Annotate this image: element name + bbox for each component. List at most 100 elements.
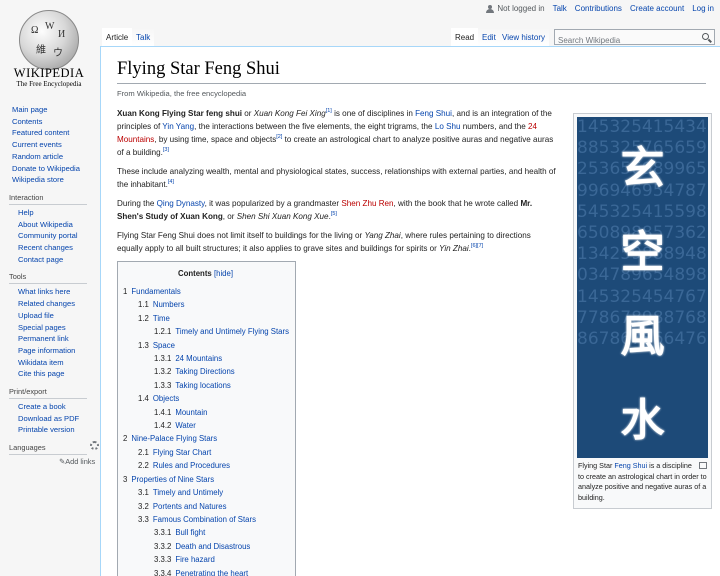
sidebar-item-main-page[interactable]: Main page <box>12 105 47 114</box>
sidebar-item-donate[interactable]: Donate to Wikipedia <box>12 164 80 173</box>
sidebar-item-printable-version[interactable]: Printable version <box>18 425 75 434</box>
ref-5[interactable]: [5] <box>331 211 337 217</box>
toc-entry-link[interactable]: Water <box>175 421 196 430</box>
toc-entry-link[interactable]: Flying Star Chart <box>153 448 212 457</box>
sidebar-item-contents[interactable]: Contents <box>12 117 42 126</box>
magnify-icon[interactable] <box>699 462 707 469</box>
tools-heading: Tools <box>9 272 87 285</box>
sidebar-item-related-changes[interactable]: Related changes <box>18 299 75 308</box>
toc-entry-link[interactable]: Numbers <box>153 300 185 309</box>
toc-entry[interactable]: 3.3.1 Bull fight <box>123 526 288 539</box>
toc-entry-link[interactable]: Properties of Nine Stars <box>131 475 214 484</box>
toc-entry[interactable]: 3.3.3 Fire hazard <box>123 553 288 566</box>
toc-entry[interactable]: 1.4 Objects <box>123 392 288 405</box>
ref-3[interactable]: [3] <box>163 147 169 153</box>
toc-entry[interactable]: 2.2 Rules and Procedures <box>123 459 288 472</box>
toc-entry[interactable]: 1.2.1 Timely and Untimely Flying Stars <box>123 325 289 338</box>
tab-view-history[interactable]: View history <box>498 28 549 46</box>
sidebar-item-special-pages[interactable]: Special pages <box>18 323 66 332</box>
sidebar-item-wikidata-item[interactable]: Wikidata item <box>18 358 64 367</box>
toc-entry[interactable]: 1.4.2 Water <box>123 419 288 432</box>
contributions-link[interactable]: Contributions <box>575 4 622 13</box>
toc-entry-link[interactable]: Penetrating the heart <box>175 569 248 576</box>
sidebar-item-create-book[interactable]: Create a book <box>18 402 66 411</box>
toc-entry-link[interactable]: Timely and Untimely <box>153 488 223 497</box>
sidebar-item-help[interactable]: Help <box>18 208 34 217</box>
toc-entry-link[interactable]: 24 Mountains <box>175 354 222 363</box>
toc-entry[interactable]: 1.3.2 Taking Directions <box>123 365 288 378</box>
wikipedia-logo[interactable]: Ω W И 維 ウ WIKIPEDIA The Free Encyclopedi… <box>0 0 98 96</box>
sidebar-item-download-pdf[interactable]: Download as PDF <box>18 414 79 423</box>
ref-4[interactable]: [4] <box>168 179 174 185</box>
toc-hide-toggle[interactable]: [hide] <box>214 269 233 278</box>
gear-icon[interactable] <box>90 441 99 451</box>
link-feng-shui[interactable]: Feng Shui <box>415 109 452 118</box>
toc-entry-link[interactable]: Mountain <box>175 408 207 417</box>
toc-entry[interactable]: 2.1 Flying Star Chart <box>123 446 288 459</box>
toc-entry-link[interactable]: Rules and Procedures <box>153 461 230 470</box>
toc-entry-link[interactable]: Space <box>153 341 175 350</box>
toc-entry[interactable]: 3.3.2 Death and Disastrous <box>123 540 288 553</box>
sidebar-item-cite-this-page[interactable]: Cite this page <box>18 369 64 378</box>
toc-entry-link[interactable]: Taking Directions <box>175 367 234 376</box>
toc-entry[interactable]: 1.3.3 Taking locations <box>123 379 288 392</box>
sidebar-item-what-links-here[interactable]: What links here <box>18 287 70 296</box>
toc-entry[interactable]: 1.4.1 Mountain <box>123 406 288 419</box>
ref-6-7[interactable]: [6][7] <box>471 243 483 249</box>
toc-entry[interactable]: 1.2 Time <box>123 312 288 325</box>
toc-entry-link[interactable]: Timely and Untimely Flying Stars <box>175 327 289 336</box>
toc-entry-link[interactable]: Nine-Palace Flying Stars <box>131 434 217 443</box>
sidebar-item-current-events[interactable]: Current events <box>12 140 62 149</box>
link-shen-zhu-ren[interactable]: Shen Zhu Ren <box>341 199 393 208</box>
toc-entry-number: 1.2.1 <box>154 327 172 337</box>
toc-entry-link[interactable]: Famous Combination of Stars <box>153 515 256 524</box>
tab-article[interactable]: Article <box>102 28 133 46</box>
add-links[interactable]: ✎Add links <box>9 457 100 466</box>
toc-entry[interactable]: 3.3.4 Penetrating the heart <box>123 567 288 576</box>
toc-entry-link[interactable]: Death and Disastrous <box>175 542 250 551</box>
toc-entry-link[interactable]: Fire hazard <box>175 555 214 564</box>
sidebar-item-recent-changes[interactable]: Recent changes <box>18 243 73 252</box>
toc-entry-link[interactable]: Fundamentals <box>131 287 180 296</box>
caption-link-feng-shui[interactable]: Feng Shui <box>614 461 647 470</box>
toc-entry[interactable]: 3.2 Portents and Natures <box>123 500 288 513</box>
toc-entry-link[interactable]: Portents and Natures <box>153 502 227 511</box>
sidebar-item-community-portal[interactable]: Community portal <box>18 231 78 240</box>
toc-entry-link[interactable]: Objects <box>153 394 179 403</box>
create-account-link[interactable]: Create account <box>630 4 684 13</box>
toc-entry[interactable]: 3.3 Famous Combination of Stars <box>123 513 288 526</box>
toc-entry[interactable]: 1.3.1 24 Mountains <box>123 352 288 365</box>
link-lo-shu[interactable]: Lo Shu <box>435 122 461 131</box>
toc-entry[interactable]: 3.1 Timely and Untimely <box>123 486 288 499</box>
toc-entry-link[interactable]: Bull fight <box>175 528 205 537</box>
sidebar-item-contact-page[interactable]: Contact page <box>18 255 63 264</box>
toc-entry-link[interactable]: Time <box>153 314 170 323</box>
tab-read[interactable]: Read <box>451 28 479 46</box>
log-in-link[interactable]: Log in <box>692 4 714 13</box>
toc-entry[interactable]: 1.3 Space <box>123 339 288 352</box>
sidebar-item-upload-file[interactable]: Upload file <box>18 311 54 320</box>
tab-talk[interactable]: Talk <box>132 28 155 46</box>
toc-entry[interactable]: 1.1 Numbers <box>123 298 288 311</box>
sidebar-item-featured-content[interactable]: Featured content <box>12 128 69 137</box>
toc-entry-link[interactable]: Taking locations <box>175 381 230 390</box>
link-qing-dynasty[interactable]: Qing Dynasty <box>157 199 205 208</box>
sidebar-item-random-article[interactable]: Random article <box>12 152 63 161</box>
talk-link[interactable]: Talk <box>553 4 567 13</box>
search-icon[interactable] <box>702 33 709 40</box>
toc-entry-number: 3.3.3 <box>154 555 172 565</box>
toc-entry-number: 1.4.2 <box>154 421 172 431</box>
toc-entry-number: 1.3.2 <box>154 367 172 377</box>
sidebar-item-permanent-link[interactable]: Permanent link <box>18 334 69 343</box>
sidebar-item-about[interactable]: About Wikipedia <box>18 220 73 229</box>
toc-entry[interactable]: 3 Properties of Nine Stars <box>123 473 288 486</box>
sidebar-item-store[interactable]: Wikipedia store <box>12 175 64 184</box>
toc-entry[interactable]: 2 Nine-Palace Flying Stars <box>123 432 288 445</box>
text: or <box>242 109 254 118</box>
link-yin-yang[interactable]: Yin Yang <box>162 122 194 131</box>
tab-edit[interactable]: Edit <box>478 28 500 46</box>
toc-entry[interactable]: 1 Fundamentals <box>123 285 288 298</box>
thumbnail-image[interactable]: 1453254154342 8853257656598 2536569899655 9… <box>577 117 708 458</box>
text: , with the book that he wrote called <box>393 199 521 208</box>
sidebar-item-page-information[interactable]: Page information <box>18 346 75 355</box>
